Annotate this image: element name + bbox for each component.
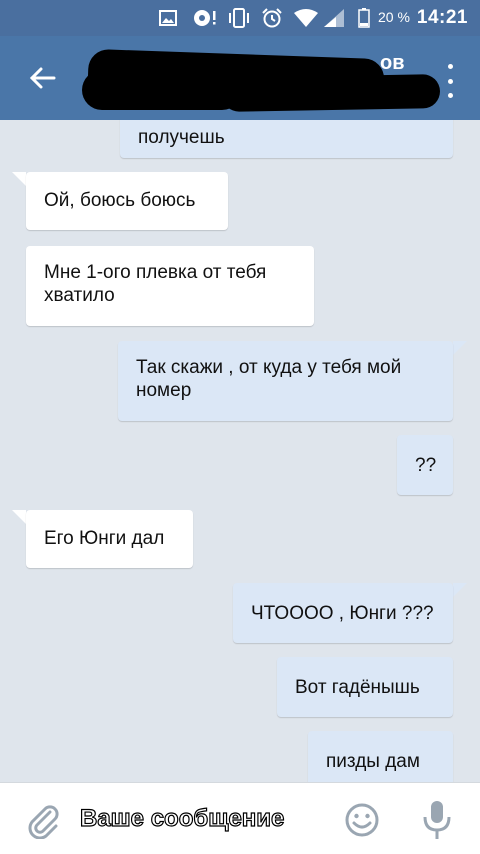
app-header: ов <box>0 36 480 120</box>
message-text: пизды дам <box>326 751 420 772</box>
message-text: ?? <box>415 455 437 476</box>
bubble-tail <box>453 583 467 597</box>
paperclip-icon <box>28 805 59 840</box>
message-outgoing[interactable]: Так скажи , от куда у тебя мой номер <box>118 341 453 421</box>
smiley-icon <box>345 803 379 837</box>
vibrate-icon <box>227 8 251 28</box>
message-composer <box>0 782 480 854</box>
wifi-icon <box>293 8 319 28</box>
message-outgoing[interactable]: пизды дам <box>308 731 453 782</box>
message-outgoing[interactable]: ЧТОООО , Юнги ??? <box>233 583 453 643</box>
attach-button[interactable] <box>24 801 62 840</box>
redaction-mark <box>82 70 242 110</box>
message-text: Так скажи , от куда у тебя мой номер <box>136 357 402 401</box>
signal-icon <box>323 8 345 28</box>
message-list[interactable]: получешь Ой, боюсь боюсь Мне 1-ого плевк… <box>0 120 480 782</box>
back-button[interactable] <box>22 58 62 98</box>
message-outgoing[interactable]: получешь <box>120 120 453 158</box>
bubble-tail <box>453 341 467 355</box>
message-text: ЧТОООО , Юнги ??? <box>251 603 434 624</box>
image-icon <box>158 8 178 28</box>
sync-alert-icon <box>192 8 218 28</box>
message-text: Его Юнги дал <box>44 528 165 549</box>
message-incoming[interactable]: Его Юнги дал <box>26 510 193 568</box>
clock: 14:21 <box>416 7 468 28</box>
alarm-icon <box>261 8 283 28</box>
message-text: Вот гадёнышь <box>295 677 420 698</box>
voice-message-button[interactable] <box>420 799 454 841</box>
emoji-button[interactable] <box>343 801 381 839</box>
message-text: Мне 1-ого плевка от тебя хватило <box>44 262 267 306</box>
more-vert-icon <box>447 64 453 69</box>
chat-title[interactable]: ов <box>82 46 442 112</box>
more-options-button[interactable] <box>440 64 460 98</box>
message-incoming[interactable]: Ой, боюсь боюсь <box>26 172 228 230</box>
bubble-tail <box>12 510 26 524</box>
arrow-left-icon <box>29 67 56 89</box>
message-incoming[interactable]: Мне 1-ого плевка от тебя хватило <box>26 246 314 326</box>
message-input[interactable] <box>80 797 320 841</box>
battery-percent: 20 % <box>378 9 410 25</box>
status-bar: 20 % 14:21 <box>0 0 480 36</box>
redaction-mark <box>221 74 441 112</box>
battery-icon <box>357 8 371 28</box>
message-outgoing[interactable]: Вот гадёнышь <box>277 657 453 717</box>
message-outgoing[interactable]: ?? <box>397 435 453 495</box>
bubble-tail <box>12 172 26 186</box>
message-text: получешь <box>138 127 225 148</box>
chat-title-fragment: ов <box>380 52 405 74</box>
message-text: Ой, боюсь боюсь <box>44 190 196 211</box>
microphone-icon <box>423 801 451 839</box>
